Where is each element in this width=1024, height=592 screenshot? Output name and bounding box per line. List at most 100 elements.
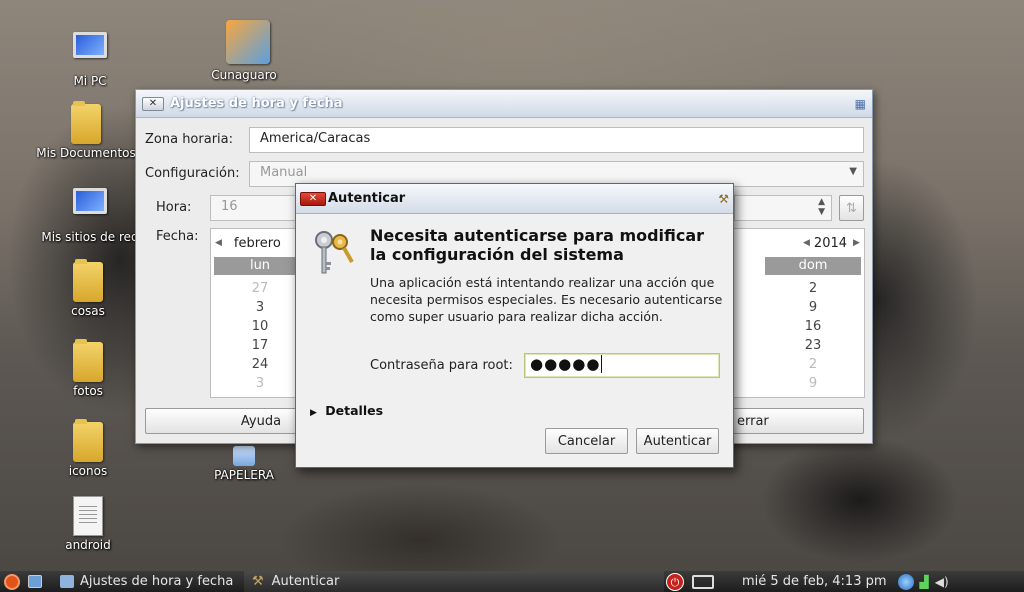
window-titlebar[interactable]: ✕ Ajustes de hora y fecha ▦ xyxy=(136,90,872,118)
close-icon[interactable]: ✕ xyxy=(300,191,326,206)
desktop-icon-label: android xyxy=(65,538,111,552)
calendar-day[interactable]: 17 xyxy=(214,336,306,355)
desktop-icon-label: Cunaguaro xyxy=(211,68,277,82)
config-label: Configuración: xyxy=(145,166,240,181)
dialog-titlebar[interactable]: ✕ Autenticar ⚒ xyxy=(296,184,733,214)
calendar-day[interactable]: 3 xyxy=(214,374,306,393)
text-cursor xyxy=(601,355,603,373)
calendar-day[interactable]: 24 xyxy=(214,355,306,374)
taskbar-item-label: Autenticar xyxy=(271,574,340,589)
timezone-label: Zona horaria: xyxy=(145,132,234,147)
desktop-icon-iconos[interactable]: iconos xyxy=(38,422,138,478)
folder-icon xyxy=(70,262,106,302)
calendar-day[interactable]: 9 xyxy=(765,374,861,393)
document-icon xyxy=(70,496,106,536)
desktop-icon-cunaguaro[interactable]: Cunaguaro xyxy=(194,20,294,82)
dialog-title: Autenticar xyxy=(328,191,406,206)
desktop-icon xyxy=(28,575,42,588)
desktop-icon-label: iconos xyxy=(68,464,108,478)
apply-time-button[interactable]: ⇅ xyxy=(839,195,864,221)
dialog-heading: Necesita autenticarse para modificar la … xyxy=(370,226,705,264)
time-spin-field[interactable]: ▲ ▼ xyxy=(734,195,832,221)
taskbar-item-autenticar[interactable]: ⚒ Autenticar xyxy=(244,571,664,592)
authenticate-button[interactable]: Autenticar xyxy=(636,428,719,454)
chevron-down-icon: ▼ xyxy=(849,166,857,177)
clock-text: mié 5 de feb, 4:13 pm xyxy=(742,574,887,589)
expander-arrow-icon: ▶ xyxy=(310,408,317,418)
calendar-day[interactable]: 2 xyxy=(765,355,861,374)
volume-icon: ◀) xyxy=(934,574,949,589)
calendar-year: 2014 xyxy=(813,235,848,251)
folder-icon xyxy=(68,104,104,144)
calendar-day[interactable]: 3 xyxy=(214,298,306,317)
screen-switch-button[interactable] xyxy=(686,571,720,592)
taskbar-item-ajustes[interactable]: Ajustes de hora y fecha xyxy=(52,571,244,592)
desktop-icon-android[interactable]: android xyxy=(38,496,138,552)
window-menu-icon[interactable]: ▦ xyxy=(855,97,866,111)
keys-icon xyxy=(315,231,354,274)
password-value: ●●●●● xyxy=(530,355,601,373)
desktop-icon-cosas[interactable]: cosas xyxy=(38,262,138,318)
signal-icon: ▟ xyxy=(919,574,929,589)
show-desktop-button[interactable] xyxy=(24,571,52,592)
update-icon xyxy=(897,573,914,590)
desktop-icon-mi-pc[interactable]: Mi PC xyxy=(40,26,140,88)
auth-dialog: ✕ Autenticar ⚒ Necesita autenticarse par… xyxy=(295,183,734,468)
tray-network[interactable]: ▟ xyxy=(917,571,932,592)
calendar-day[interactable]: 10 xyxy=(214,317,306,336)
desktop-icon-label: Mis sitios de red xyxy=(41,230,139,244)
folder-icon xyxy=(70,342,106,382)
desktop-icon-label: Mi PC xyxy=(73,74,107,88)
power-icon: ⏻ xyxy=(666,572,684,591)
chevron-left-icon[interactable]: ◀ xyxy=(803,238,810,248)
cancel-button[interactable]: Cancelar xyxy=(545,428,628,454)
desktop-icon-mis-sitios-de-red[interactable]: Mis sitios de red xyxy=(40,182,140,244)
timezone-field[interactable]: America/Caracas xyxy=(249,127,864,153)
calendar-day[interactable]: 9 xyxy=(765,298,861,317)
calendar-month-selector[interactable]: ◀ febrero xyxy=(215,232,281,254)
desktop-icon-mis-documentos[interactable]: Mis Documentos xyxy=(36,104,136,160)
spin-arrows-icon[interactable]: ▲ ▼ xyxy=(818,197,825,217)
close-icon[interactable]: ✕ xyxy=(142,96,164,111)
details-label: Detalles xyxy=(325,403,384,418)
password-field[interactable]: ●●●●● xyxy=(524,353,720,378)
calendar-day[interactable]: 23 xyxy=(765,336,861,355)
day-header-lun: lun xyxy=(214,257,306,275)
time-hour-field[interactable]: 16 xyxy=(210,195,298,221)
tray-updates[interactable] xyxy=(895,571,917,592)
close-button-label: errar xyxy=(737,413,769,429)
chevron-right-icon[interactable]: ▶ xyxy=(853,238,860,248)
dialog-description: Una aplicación está intentando realizar … xyxy=(370,275,723,324)
cunaguaro-icon xyxy=(226,20,270,66)
password-label: Contraseña para root: xyxy=(370,358,513,373)
tools-icon: ⚒ xyxy=(252,574,264,589)
desktop-icon-label: cosas xyxy=(71,304,105,318)
trash-icon xyxy=(226,446,262,466)
start-menu-button[interactable] xyxy=(0,571,24,592)
settings-window-icon xyxy=(60,575,74,588)
calendar-year-selector[interactable]: ◀ 2014 ▶ xyxy=(803,232,860,254)
power-button[interactable]: ⏻ xyxy=(664,571,686,592)
window-title: Ajustes de hora y fecha xyxy=(170,96,343,111)
calendar-column-lun: 27 3 10 17 24 3 xyxy=(214,279,306,393)
config-value: Manual xyxy=(260,165,308,180)
desktop-icon-label: PAPELERA xyxy=(214,468,274,482)
taskbar-item-label: Ajustes de hora y fecha xyxy=(80,574,234,589)
calendar-column-dom: 2 9 16 23 2 9 xyxy=(765,279,861,393)
date-label: Fecha: xyxy=(156,229,199,244)
calendar-month: febrero xyxy=(233,235,281,251)
desktop-icon-papelera[interactable]: PAPELERA xyxy=(194,446,294,482)
desktop-icon-fotos[interactable]: fotos xyxy=(38,342,138,398)
computer-icon xyxy=(72,32,108,72)
calendar-day[interactable]: 27 xyxy=(214,279,306,298)
tools-icon[interactable]: ⚒ xyxy=(718,192,729,206)
calendar-day[interactable]: 16 xyxy=(765,317,861,336)
time-label: Hora: xyxy=(156,200,192,215)
tray-volume[interactable]: ◀) xyxy=(932,571,952,592)
details-expander[interactable]: ▶ Detalles xyxy=(310,403,383,418)
calendar-day[interactable]: 2 xyxy=(765,279,861,298)
clock[interactable]: mié 5 de feb, 4:13 pm xyxy=(734,571,895,592)
chevron-left-icon[interactable]: ◀ xyxy=(215,238,222,248)
ubuntu-logo-icon xyxy=(4,573,20,590)
monitor-icon xyxy=(692,574,714,589)
